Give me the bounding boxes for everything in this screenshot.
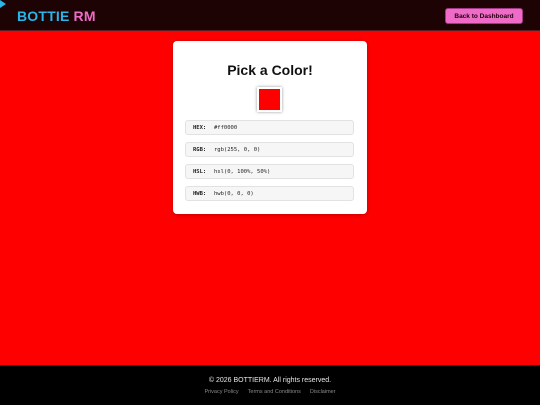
card-title: Pick a Color!: [227, 62, 313, 78]
hsl-row[interactable]: HSL: hsl(0, 100%, 50%): [185, 164, 354, 179]
color-swatch-frame: [257, 87, 282, 112]
copyright-text: © 2026 BOTTIERM. All rights reserved.: [208, 377, 332, 384]
privacy-policy-link[interactable]: Privacy Policy: [204, 389, 238, 395]
rgb-value: rgb(255, 0, 0): [214, 146, 261, 153]
terms-link[interactable]: Terms and Conditions: [248, 389, 301, 395]
hex-value: #ff0000: [214, 124, 238, 131]
hwb-label: HWB:: [193, 190, 207, 197]
hsl-value: hsl(0, 100%, 50%): [214, 168, 271, 175]
rgb-label: RGB:: [193, 146, 207, 153]
hex-label: HEX:: [193, 124, 207, 131]
logo-text-rm: RM: [73, 8, 96, 24]
brand-logo[interactable]: BOTTIE RM: [17, 8, 96, 24]
corner-arrow-icon: [0, 0, 6, 8]
top-header: BOTTIE RM Back to Dashboard: [0, 0, 540, 31]
hex-row[interactable]: HEX: #ff0000: [185, 120, 354, 135]
disclaimer-link[interactable]: Disclaimer: [310, 389, 336, 395]
hsl-label: HSL:: [193, 168, 207, 175]
color-picker-card: Pick a Color! HEX: #ff0000 RGB: rgb(255,…: [173, 41, 367, 214]
logo-text-bottie: BOTTIE: [17, 8, 70, 24]
color-swatch[interactable]: [259, 89, 280, 110]
footer-links: Privacy Policy Terms and Conditions Disc…: [0, 389, 540, 395]
rgb-row[interactable]: RGB: rgb(255, 0, 0): [185, 142, 354, 157]
site-footer: © 2026 BOTTIERM. All rights reserved. Pr…: [0, 365, 540, 405]
back-to-dashboard-button[interactable]: Back to Dashboard: [445, 8, 523, 24]
hwb-row[interactable]: HWB: hwb(0, 0, 0): [185, 186, 354, 201]
hwb-value: hwb(0, 0, 0): [214, 190, 254, 197]
